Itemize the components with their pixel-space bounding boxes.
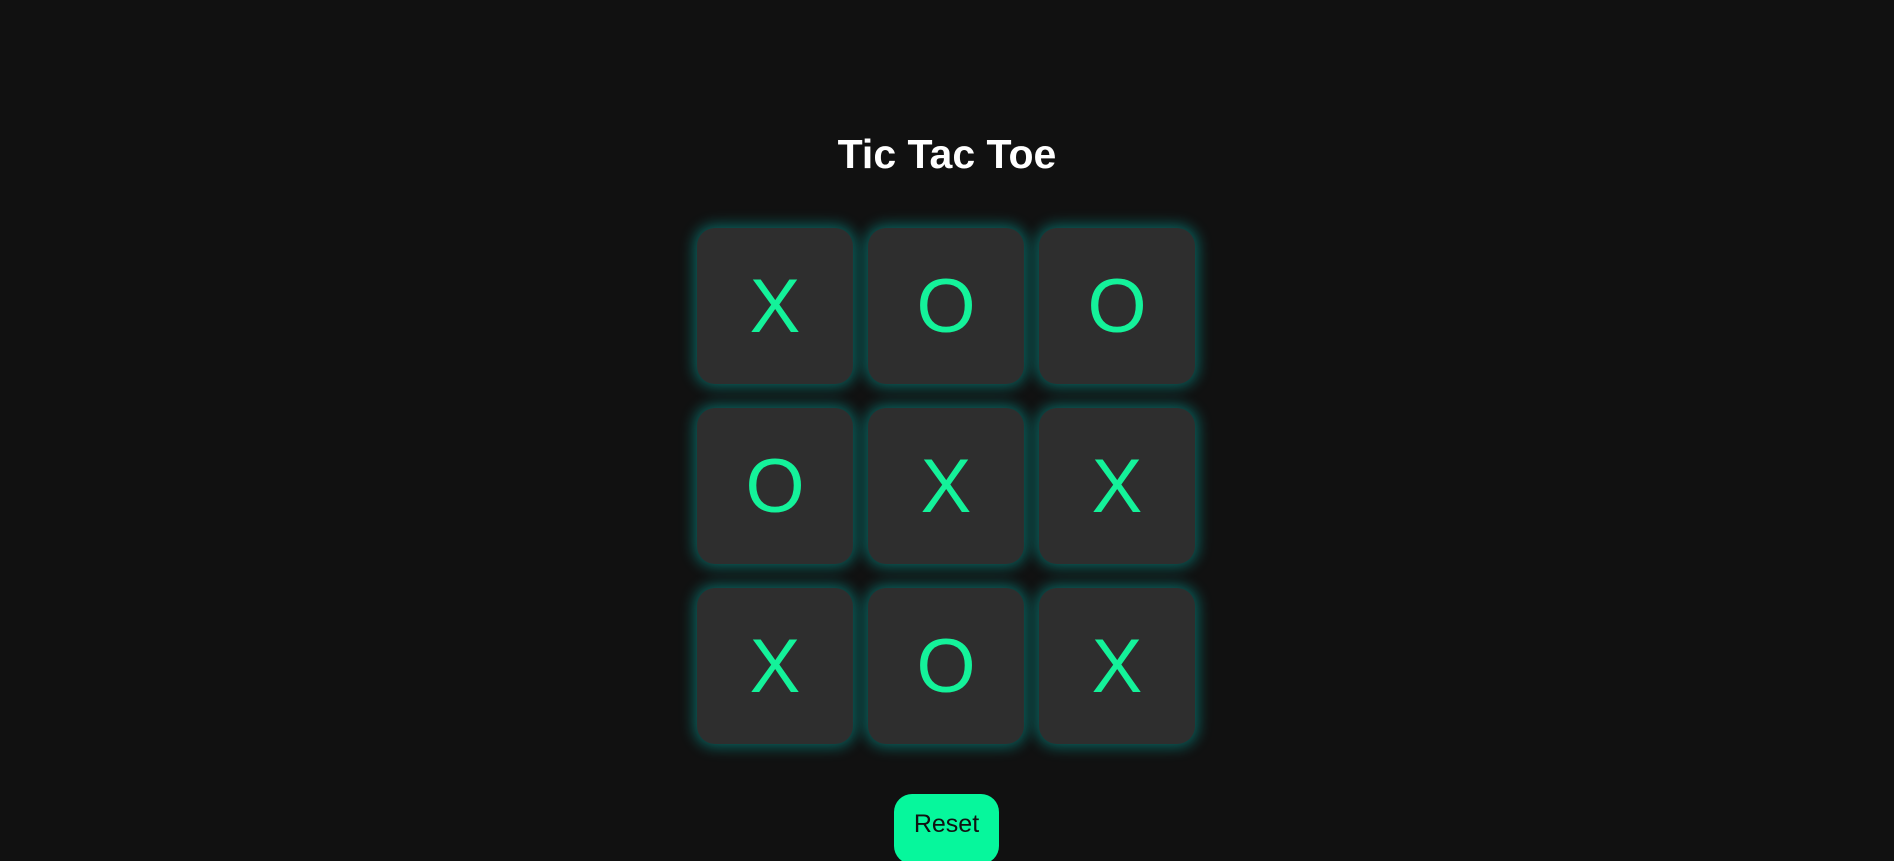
page-title: Tic Tac Toe — [837, 131, 1057, 177]
game-board: X O O O X X X O X — [697, 228, 1196, 744]
board-cell-1[interactable]: X — [697, 228, 853, 384]
board-cell-4[interactable]: O — [697, 408, 853, 564]
board-cell-3[interactable]: O — [1039, 228, 1195, 384]
board-cell-5[interactable]: X — [868, 408, 1024, 564]
game-page: Tic Tac Toe X O O O X X X O X Reset — [0, 0, 1894, 861]
board-cell-9[interactable]: X — [1039, 588, 1195, 744]
board-cell-7[interactable]: X — [697, 588, 853, 744]
board-cell-6[interactable]: X — [1039, 408, 1195, 564]
reset-button[interactable]: Reset — [894, 794, 999, 861]
board-cell-2[interactable]: O — [868, 228, 1024, 384]
board-cell-8[interactable]: O — [868, 588, 1024, 744]
